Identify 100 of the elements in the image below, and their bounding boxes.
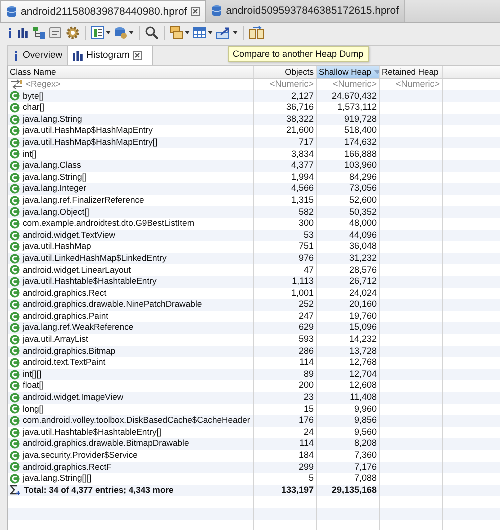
- table-cell: 11,408: [350, 392, 377, 404]
- caret-icon[interactable]: [208, 31, 213, 35]
- class-icon: [10, 276, 20, 287]
- table-cell: 2,127: [291, 90, 314, 102]
- filter-field[interactable]: <Numeric>: [396, 79, 440, 91]
- search-icon[interactable]: [145, 26, 159, 40]
- editor-tab[interactable]: android5095937846385172615.hprof: [206, 0, 406, 22]
- class-icon: [10, 450, 20, 461]
- table-cell: java.lang.String: [23, 114, 82, 126]
- table-cell: 24: [304, 426, 314, 438]
- table-cell: 50,352: [349, 206, 377, 218]
- export-icon[interactable]: [216, 26, 232, 40]
- table-cell: 73,056: [349, 183, 377, 195]
- table-cell: 252: [298, 299, 314, 311]
- table-cell: 247: [298, 310, 314, 322]
- table-cell: 47: [304, 264, 314, 276]
- table-cell: 518,400: [344, 125, 377, 137]
- class-icon: [10, 242, 20, 252]
- caret-icon[interactable]: [233, 31, 238, 35]
- view-tab[interactable]: Histogram: [68, 46, 153, 65]
- table-cell: 12,704: [349, 368, 377, 380]
- table-cell: java.util.LinkedHashMap$LinkedEntry: [23, 252, 167, 264]
- tree-icon[interactable]: [32, 26, 46, 40]
- table-cell: float[]: [23, 380, 44, 392]
- table-cell: 9,856: [354, 415, 377, 427]
- filter-field[interactable]: <Numeric>: [270, 79, 314, 91]
- table-cell: android.graphics.Rect: [23, 288, 107, 300]
- table-cell: java.lang.String[][]: [23, 473, 92, 485]
- column-header[interactable]: Shallow Heap: [317, 66, 380, 78]
- column-header[interactable]: Retained Heap: [380, 66, 443, 78]
- table-cell: java.util.HashMap: [23, 241, 92, 253]
- table-cell: java.util.HashMap$HashMapEntry[]: [23, 136, 158, 149]
- table-cell: 1,315: [291, 194, 314, 207]
- compare-icon[interactable]: [249, 26, 265, 40]
- table-cell: 582: [298, 206, 314, 218]
- table-cell: 52,600: [349, 194, 377, 207]
- table-cell: 103,960: [344, 160, 377, 172]
- bar-chart-icon: [72, 50, 84, 62]
- table-cell: 19,760: [349, 310, 377, 322]
- class-icon: [10, 312, 20, 322]
- editor-tab[interactable]: android211580839878440980.hprof: [0, 0, 206, 22]
- database-icon: [7, 6, 17, 18]
- caret-icon[interactable]: [106, 31, 111, 35]
- table-cell: java.security.Provider$Service: [23, 450, 138, 462]
- class-icon: [10, 149, 20, 160]
- caret-icon[interactable]: [129, 31, 134, 35]
- table-cell: 89: [304, 368, 314, 380]
- table-cell: 21,600: [286, 125, 314, 137]
- close-icon[interactable]: [132, 51, 142, 60]
- table-cell: 53: [304, 230, 314, 242]
- filter-field[interactable]: <Regex>: [26, 79, 61, 91]
- document-icon[interactable]: [49, 26, 63, 40]
- table-cell: 976: [298, 252, 314, 264]
- class-icon: [10, 102, 20, 113]
- bar-chart-icon[interactable]: [17, 27, 29, 39]
- view-tab[interactable]: Overview: [8, 46, 68, 65]
- table-cell: 12,608: [349, 380, 377, 392]
- table-cell: 84,296: [349, 172, 377, 184]
- table-cell: 9,560: [354, 426, 377, 438]
- table-cell: 24,024: [349, 288, 377, 300]
- table-cell: java.util.Hashtable$HashtableEntry: [23, 276, 157, 288]
- table-cell: android.widget.TextView: [23, 230, 116, 242]
- gear-icon[interactable]: [66, 26, 80, 40]
- filter-field[interactable]: <Numeric>: [332, 79, 377, 91]
- table-cell: 15: [304, 404, 314, 416]
- database-icon: [212, 5, 222, 17]
- folders-icon[interactable]: [170, 26, 184, 40]
- class-icon: [10, 265, 20, 276]
- table-cell: 5: [308, 473, 314, 485]
- table-cell: int[]: [23, 148, 37, 160]
- class-icon: [10, 439, 20, 450]
- total-label: Total: 34 of 4,377 entries; 4,343 more: [24, 484, 174, 496]
- table-cell: int[][]: [23, 368, 42, 380]
- table-cell: 23: [304, 392, 314, 404]
- column-header[interactable]: Class Name: [8, 66, 254, 78]
- table-cell: 176: [298, 415, 314, 427]
- table-cell: android.graphics.RectF: [23, 462, 112, 474]
- table-cell: 31,232: [349, 252, 377, 264]
- close-icon[interactable]: [191, 7, 200, 16]
- table-cell: 14,232: [349, 334, 377, 346]
- class-icon: [10, 323, 20, 334]
- table-cell: java.util.ArrayList: [23, 334, 88, 346]
- table-cell: 44,096: [349, 230, 377, 242]
- table-cell: 174,632: [344, 136, 377, 149]
- table-cell: 133,197: [281, 484, 314, 496]
- class-icon: [10, 114, 20, 125]
- class-icon: [10, 126, 20, 136]
- class-icon: [10, 334, 20, 345]
- caret-icon[interactable]: [185, 31, 190, 35]
- class-icon: [10, 300, 20, 310]
- database-gear-icon[interactable]: [114, 26, 128, 40]
- table-cell: 8,208: [354, 438, 377, 450]
- table-cell: long[]: [23, 404, 44, 416]
- report-icon[interactable]: [91, 26, 105, 40]
- filter-icon: [10, 79, 23, 90]
- info-icon[interactable]: [6, 27, 14, 39]
- class-icon: [10, 160, 20, 171]
- table-cell: java.util.HashMap$HashMapEntry: [23, 125, 153, 137]
- table-cell: 751: [298, 241, 314, 253]
- table-icon[interactable]: [193, 26, 207, 40]
